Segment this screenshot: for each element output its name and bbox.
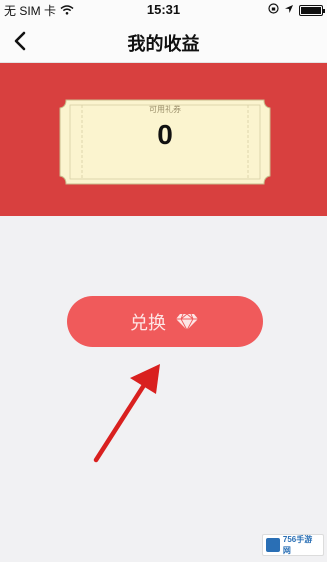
battery-icon xyxy=(299,4,325,16)
diamond-icon xyxy=(174,312,200,332)
earnings-banner: 可用礼券 0 xyxy=(0,63,327,216)
exchange-button-label: 兑换 xyxy=(130,312,166,333)
nav-bar: 我的收益 xyxy=(0,20,327,63)
orientation-lock-icon xyxy=(268,3,279,17)
watermark-icon xyxy=(266,538,280,552)
location-icon xyxy=(284,3,294,17)
status-bar: 无 SIM 卡 15:31 xyxy=(0,0,327,20)
voucher-ticket: 可用礼券 0 xyxy=(58,97,272,187)
watermark-logo: 756手游网 xyxy=(262,534,324,556)
watermark-text: 756手游网 xyxy=(282,535,313,555)
status-right xyxy=(268,3,325,17)
annotation-arrow xyxy=(93,364,160,463)
ticket-label: 可用礼券 xyxy=(149,105,181,114)
voucher-count: 0 xyxy=(157,119,173,150)
page-title: 我的收益 xyxy=(127,34,200,54)
exchange-button[interactable]: 兑换 xyxy=(67,296,263,347)
